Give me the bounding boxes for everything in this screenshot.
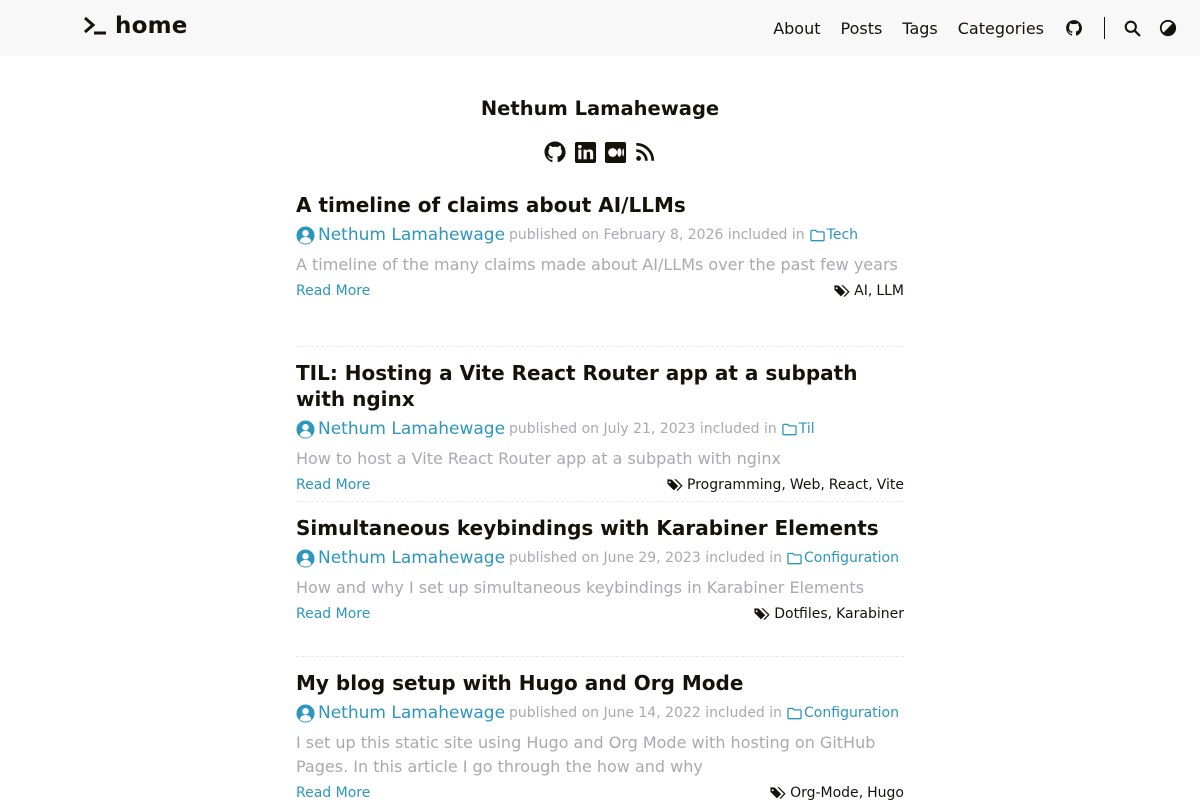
read-more-link[interactable]: Read More bbox=[296, 477, 370, 493]
post-title-link[interactable]: Simultaneous keybindings with Karabiner … bbox=[296, 515, 904, 541]
site-header: home About Posts Tags Categories bbox=[0, 0, 1200, 56]
post-date-text: published on June 14, 2022 included in bbox=[509, 705, 783, 721]
post-summary: How to host a Vite React Router app at a… bbox=[296, 449, 781, 468]
post-tags: Programming, Web, React, Vite bbox=[667, 477, 904, 493]
tag-link[interactable]: Hugo bbox=[867, 785, 904, 800]
category-link[interactable]: Til bbox=[799, 421, 815, 437]
post-footer: Read More Programming, Web, React, Vite bbox=[296, 477, 904, 493]
main-content: Nethum Lamahewage A timeline of claims a… bbox=[296, 56, 904, 800]
category-link[interactable]: Configuration bbox=[804, 705, 899, 721]
post-title-link[interactable]: TIL: Hosting a Vite React Router app at … bbox=[296, 360, 904, 412]
post-date-text: published on February 8, 2026 included i… bbox=[509, 227, 805, 243]
post-summary: A timeline of the many claims made about… bbox=[296, 255, 898, 274]
post-meta: Nethum Lamahewage published on June 29, … bbox=[296, 548, 904, 568]
nav-categories[interactable]: Categories bbox=[958, 19, 1044, 38]
post-title-link[interactable]: A timeline of claims about AI/LLMs bbox=[296, 192, 904, 218]
profile-name: Nethum Lamahewage bbox=[480, 97, 720, 120]
post-summary: I set up this static site using Hugo and… bbox=[296, 733, 876, 776]
tag-link[interactable]: Dotfiles bbox=[774, 606, 827, 622]
tag-separator: , bbox=[858, 785, 864, 800]
post-tags: AI, LLM bbox=[834, 283, 904, 299]
post-meta: Nethum Lamahewage published on July 21, … bbox=[296, 419, 904, 439]
post-item: A timeline of claims about AI/LLMs Nethu… bbox=[296, 192, 904, 347]
post-footer: Read More Dotfiles, Karabiner bbox=[296, 606, 904, 622]
folder-icon bbox=[782, 423, 797, 436]
tags-icon bbox=[770, 786, 786, 800]
user-circle-icon bbox=[296, 225, 315, 245]
read-more-link[interactable]: Read More bbox=[296, 283, 370, 299]
social-links bbox=[296, 140, 904, 164]
tag-separator: , bbox=[781, 477, 786, 493]
read-more-link[interactable]: Read More bbox=[296, 785, 370, 800]
author-link[interactable]: Nethum Lamahewage bbox=[318, 419, 505, 439]
post-meta: Nethum Lamahewage published on February … bbox=[296, 225, 904, 245]
post-date-text: published on July 21, 2023 included in bbox=[509, 421, 777, 437]
github-icon[interactable] bbox=[1064, 18, 1084, 38]
post-tags: Dotfiles, Karabiner bbox=[754, 606, 904, 622]
theme-toggle-icon[interactable] bbox=[1158, 18, 1178, 38]
tags-icon bbox=[834, 284, 850, 298]
tag-separator: , bbox=[827, 606, 833, 622]
tag-separator: , bbox=[867, 283, 873, 299]
tag-separator: , bbox=[868, 477, 873, 493]
tag-link[interactable]: Karabiner bbox=[836, 606, 904, 622]
author-link[interactable]: Nethum Lamahewage bbox=[318, 703, 505, 723]
post-list: A timeline of claims about AI/LLMs Nethu… bbox=[296, 192, 904, 800]
logo-text: home bbox=[115, 13, 188, 39]
medium-icon[interactable] bbox=[603, 140, 627, 164]
user-circle-icon bbox=[296, 419, 315, 439]
post-summary: How and why I set up simultaneous keybin… bbox=[296, 578, 865, 597]
post-item: TIL: Hosting a Vite React Router app at … bbox=[296, 347, 904, 502]
rss-icon[interactable] bbox=[633, 140, 657, 164]
tag-link[interactable]: Programming bbox=[687, 477, 781, 493]
tag-link[interactable]: Org-Mode bbox=[790, 785, 859, 800]
post-title-link[interactable]: My blog setup with Hugo and Org Mode bbox=[296, 670, 904, 696]
tag-link[interactable]: React bbox=[829, 477, 868, 493]
folder-icon bbox=[787, 552, 802, 565]
tag-link[interactable]: Web bbox=[790, 477, 821, 493]
main-nav: About Posts Tags Categories bbox=[773, 0, 1178, 56]
nav-about[interactable]: About bbox=[773, 19, 820, 38]
post-item: Simultaneous keybindings with Karabiner … bbox=[296, 502, 904, 657]
tag-link[interactable]: AI bbox=[854, 283, 868, 299]
terminal-icon bbox=[82, 13, 108, 39]
folder-icon bbox=[787, 707, 802, 720]
post-date-text: published on June 29, 2023 included in bbox=[509, 550, 783, 566]
linkedin-icon[interactable] bbox=[573, 140, 597, 164]
tag-separator: , bbox=[820, 477, 825, 493]
tags-icon bbox=[667, 478, 683, 492]
post-tags: Org-Mode, Hugo bbox=[770, 785, 904, 800]
nav-divider bbox=[1104, 17, 1105, 39]
read-more-link[interactable]: Read More bbox=[296, 606, 370, 622]
post-footer: Read More Org-Mode, Hugo bbox=[296, 785, 904, 800]
author-link[interactable]: Nethum Lamahewage bbox=[318, 548, 505, 568]
category-link[interactable]: Configuration bbox=[804, 550, 899, 566]
home-logo-link[interactable]: home bbox=[82, 13, 188, 39]
post-footer: Read More AI, LLM bbox=[296, 283, 904, 299]
category-link[interactable]: Tech bbox=[827, 227, 858, 243]
folder-icon bbox=[809, 229, 825, 242]
tag-link[interactable]: Vite bbox=[877, 477, 904, 493]
nav-tags[interactable]: Tags bbox=[902, 19, 937, 38]
tag-link[interactable]: LLM bbox=[876, 283, 904, 299]
author-link[interactable]: Nethum Lamahewage bbox=[318, 225, 505, 245]
post-item: My blog setup with Hugo and Org Mode Net… bbox=[296, 657, 904, 800]
user-circle-icon bbox=[296, 548, 315, 568]
profile-section: Nethum Lamahewage bbox=[296, 56, 904, 164]
nav-posts[interactable]: Posts bbox=[841, 19, 883, 38]
post-meta: Nethum Lamahewage published on June 14, … bbox=[296, 703, 904, 723]
tags-icon bbox=[754, 607, 770, 621]
github-icon[interactable] bbox=[543, 140, 567, 164]
search-icon[interactable] bbox=[1122, 18, 1142, 38]
user-circle-icon bbox=[296, 703, 315, 723]
